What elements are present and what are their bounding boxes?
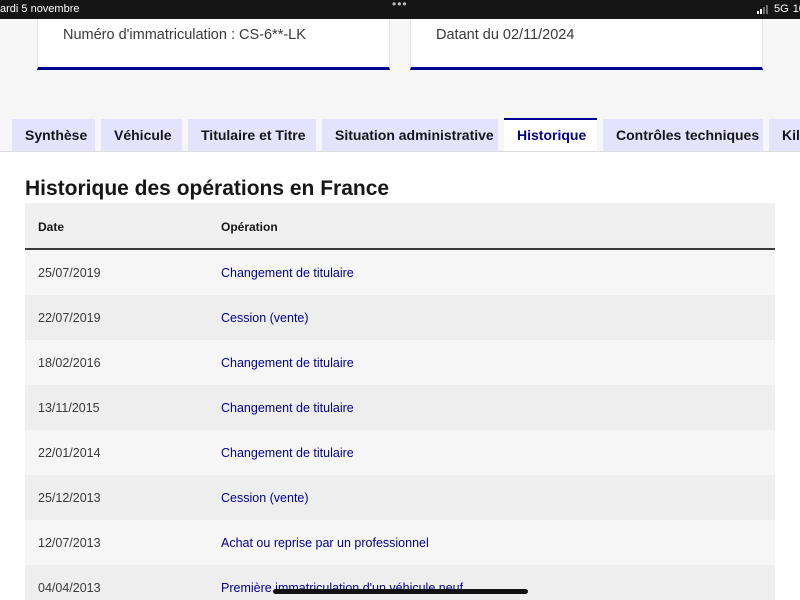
page: ardi 5 novembre ••• 5G 10 Numéro d'immat… [0,0,800,600]
row-date: 22/01/2014 [38,446,101,460]
battery-level: 10 [792,3,800,15]
network-type: 5G [774,3,789,15]
tab-list: Synthèse Véhicule Titulaire et Titre Sit… [12,118,800,152]
row-operation: Changement de titulaire [221,266,354,280]
row-operation: Cession (vente) [221,311,309,325]
home-indicator[interactable] [273,589,528,594]
column-header-operation: Opération [221,220,278,234]
row-operation: Changement de titulaire [221,356,354,370]
table-row: 04/04/2013 Première immatriculation d'un… [25,565,775,600]
row-operation: Changement de titulaire [221,401,354,415]
row-date: 04/04/2013 [38,581,101,595]
tab-controles-techniques[interactable]: Contrôles techniques [603,119,763,151]
table-row: 25/07/2019 Changement de titulaire [25,250,775,295]
row-date: 22/07/2019 [38,311,101,325]
tab-historique[interactable]: Historique [504,118,597,152]
cellular-signal-icon [757,4,769,14]
historique-panel: Historique des opérations en France Date… [0,151,800,600]
table-header: Date Opération [25,203,775,250]
row-operation: Changement de titulaire [221,446,354,460]
table-row: 18/02/2016 Changement de titulaire [25,340,775,385]
multitasking-dots-icon[interactable]: ••• [392,0,408,11]
operations-table: Date Opération 25/07/2019 Changement de … [25,203,775,600]
registration-number-card: Numéro d'immatriculation : CS-6**-LK [37,19,390,70]
status-indicators: 5G 10 [757,3,800,15]
tab-kilometrage[interactable]: Kilo [769,119,800,151]
table-row: 12/07/2013 Achat ou reprise par un profe… [25,520,775,565]
section-title: Historique des opérations en France [25,177,390,200]
row-date: 25/07/2019 [38,266,101,280]
row-date: 18/02/2016 [38,356,101,370]
table-row: 25/12/2013 Cession (vente) [25,475,775,520]
column-header-date: Date [38,220,65,234]
status-date: ardi 5 novembre [0,3,80,15]
tab-situation-administrative[interactable]: Situation administrative [322,119,498,151]
table-row: 13/11/2015 Changement de titulaire [25,385,775,430]
registration-number-text: Numéro d'immatriculation : CS-6**-LK [63,27,306,43]
table-row: 22/07/2019 Cession (vente) [25,295,775,340]
row-operation: Cession (vente) [221,491,309,505]
row-date: 12/07/2013 [38,536,101,550]
report-date-text: Datant du 02/11/2024 [436,27,575,43]
tab-titulaire-et-titre[interactable]: Titulaire et Titre [188,119,316,151]
tab-synthese[interactable]: Synthèse [12,119,95,151]
row-date: 13/11/2015 [38,401,100,415]
row-date: 25/12/2013 [38,491,101,505]
tab-vehicule[interactable]: Véhicule [101,119,182,151]
row-operation: Achat ou reprise par un professionnel [221,536,429,550]
status-bar: ardi 5 novembre ••• 5G 10 [0,0,800,19]
report-date-card: Datant du 02/11/2024 [410,19,763,70]
table-row: 22/01/2014 Changement de titulaire [25,430,775,475]
